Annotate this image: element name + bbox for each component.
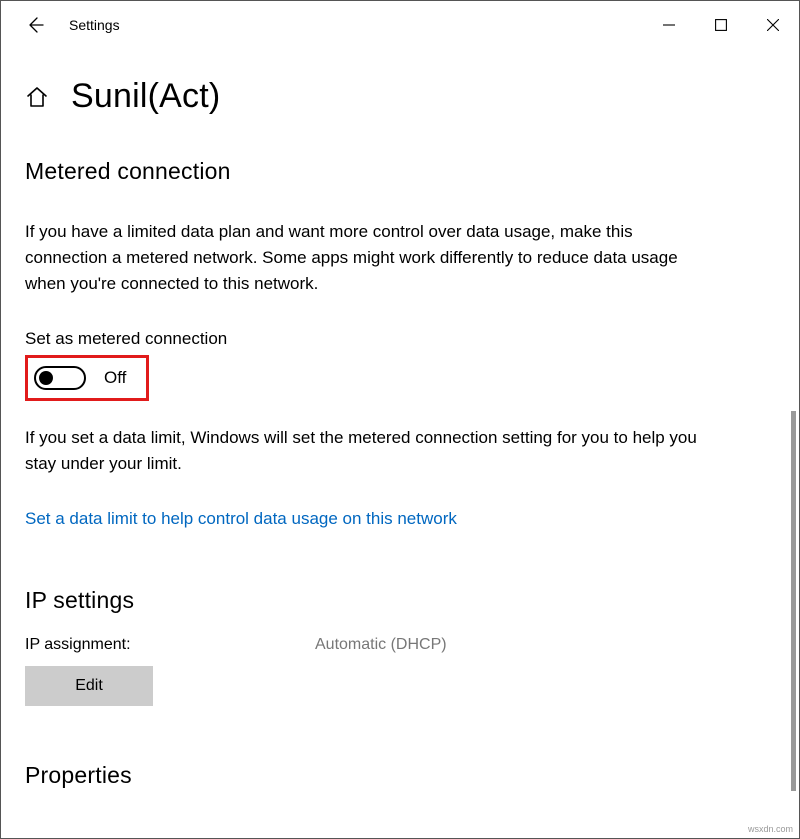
data-limit-link[interactable]: Set a data limit to help control data us… <box>25 509 457 529</box>
titlebar-left: Settings <box>1 9 120 41</box>
properties-heading: Properties <box>25 762 775 789</box>
close-icon <box>767 19 779 31</box>
page-title: Sunil(Act) <box>71 77 220 116</box>
metered-toggle[interactable] <box>34 366 86 390</box>
scrollbar[interactable] <box>791 411 796 791</box>
maximize-icon <box>715 19 727 31</box>
metered-highlight: Off <box>25 355 149 401</box>
metered-heading: Metered connection <box>25 158 775 185</box>
ip-heading: IP settings <box>25 587 775 614</box>
app-title: Settings <box>69 17 120 33</box>
metered-note: If you set a data limit, Windows will se… <box>25 425 705 477</box>
home-icon[interactable] <box>25 85 49 109</box>
back-arrow-icon <box>25 15 45 35</box>
content-area[interactable]: Sunil(Act) Metered connection If you hav… <box>1 49 799 838</box>
ip-assignment-row: IP assignment: Automatic (DHCP) <box>25 636 775 654</box>
ip-assignment-value: Automatic (DHCP) <box>315 636 447 654</box>
window-controls <box>643 6 799 44</box>
watermark: wsxdn.com <box>748 824 793 834</box>
metered-description: If you have a limited data plan and want… <box>25 219 705 297</box>
page-header: Sunil(Act) <box>25 77 775 116</box>
minimize-icon <box>663 19 675 31</box>
titlebar: Settings <box>1 1 799 49</box>
back-button[interactable] <box>19 9 51 41</box>
maximize-button[interactable] <box>695 6 747 44</box>
metered-toggle-label: Set as metered connection <box>25 329 775 349</box>
metered-toggle-state: Off <box>104 368 126 388</box>
minimize-button[interactable] <box>643 6 695 44</box>
close-button[interactable] <box>747 6 799 44</box>
edit-button[interactable]: Edit <box>25 666 153 706</box>
ip-assignment-label: IP assignment: <box>25 636 315 654</box>
